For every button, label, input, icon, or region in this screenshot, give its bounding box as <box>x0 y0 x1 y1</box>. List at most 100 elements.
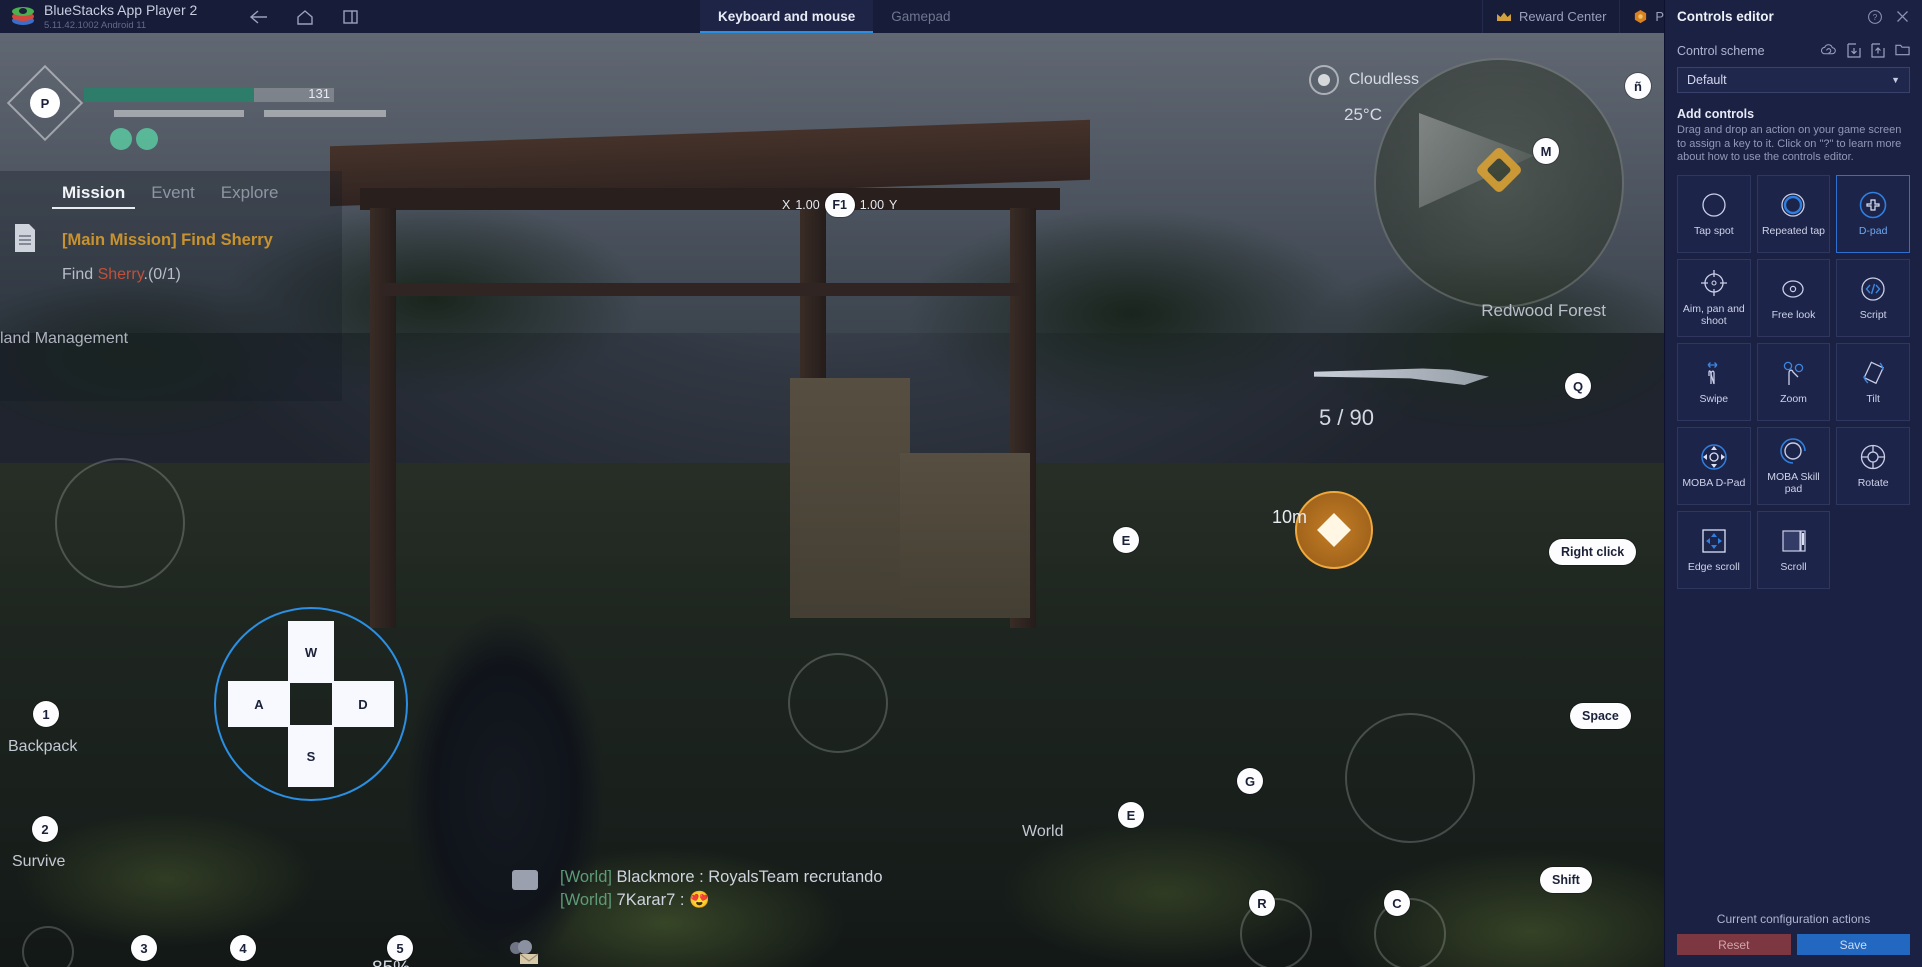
controls-editor-panel: Controls editor ? Control scheme Default… <box>1664 0 1922 967</box>
hotkey-5-badge[interactable]: 5 <box>387 935 413 961</box>
cloud-sync-icon[interactable] <box>1820 43 1837 58</box>
reward-center-button[interactable]: Reward Center <box>1481 0 1619 33</box>
dpad-key-a[interactable]: A <box>228 681 290 727</box>
home-icon[interactable] <box>295 8 315 26</box>
panel-help-icon[interactable]: ? <box>1867 9 1883 25</box>
export-icon[interactable] <box>1871 43 1885 58</box>
control-tile-repeated-tap[interactable]: Repeated tap <box>1756 174 1831 253</box>
hotkey-3-badge[interactable]: 3 <box>131 935 157 961</box>
hotkey-r-badge[interactable]: R <box>1249 890 1275 916</box>
control-tile-swipe[interactable]: Swipe <box>1677 342 1751 421</box>
game-viewport[interactable]: P 131 Mission Event Explore [Main Missio… <box>0 33 1664 967</box>
tab-gamepad[interactable]: Gamepad <box>873 0 968 33</box>
action-hand-ring[interactable] <box>788 653 888 753</box>
hotkey-4-badge[interactable]: 4 <box>230 935 256 961</box>
panel-close-icon[interactable] <box>1895 9 1910 24</box>
bluestacks-logo-icon <box>12 6 34 28</box>
save-button[interactable]: Save <box>1796 934 1910 955</box>
chat-overlay[interactable]: [World] Blackmore : RoyalsTeam recrutand… <box>510 868 1030 965</box>
hotkey-2-badge[interactable]: 2 <box>32 816 58 842</box>
crosshair-readout: X 1.00 F1 1.00 Y <box>782 193 897 217</box>
chat-line: [World] Blackmore : RoyalsTeam recrutand… <box>560 868 1030 887</box>
hotkey-e-badge-1[interactable]: E <box>1113 527 1139 553</box>
objective-target: Sherry <box>97 266 144 283</box>
hotkey-g-badge[interactable]: G <box>1237 768 1263 794</box>
minimap[interactable] <box>1374 58 1624 308</box>
mission-tab-event[interactable]: Event <box>141 179 204 209</box>
chevron-down-icon: ▼ <box>1891 75 1900 85</box>
control-tile-label: Edge scroll <box>1687 561 1740 573</box>
scheme-action-icons <box>1820 43 1910 58</box>
mission-objective: Find Sherry.(0/1) <box>62 266 342 284</box>
weapon-slot-ring[interactable] <box>1345 713 1475 843</box>
control-tile-scroll[interactable]: Scroll <box>1756 510 1831 589</box>
input-mode-tabs: Keyboard and mouse Gamepad <box>700 0 969 33</box>
mission-document-icon <box>12 223 38 258</box>
control-tile-moba-skill-pad[interactable]: MOBA Skill pad <box>1756 426 1831 505</box>
back-icon[interactable] <box>249 8 269 26</box>
melee-slot-ring[interactable] <box>55 458 185 588</box>
footer-buttons: Reset Save <box>1677 934 1910 955</box>
mission-tab-mission[interactable]: Mission <box>52 179 136 209</box>
control-tile-rotate[interactable]: Rotate <box>1836 426 1910 505</box>
control-tile-label: Free look <box>1771 309 1816 321</box>
footer-label: Current configuration actions <box>1716 912 1871 926</box>
hunger-sub-bar <box>264 110 386 117</box>
control-tile-zoom[interactable]: Zoom <box>1756 342 1831 421</box>
weapon-swap-key-badge[interactable]: Q <box>1565 373 1591 399</box>
backpack-label: Backpack <box>8 738 78 755</box>
hunger-status-icon <box>136 128 158 150</box>
dpad-key-d[interactable]: D <box>332 681 394 727</box>
map-key-badge[interactable]: M <box>1533 138 1559 164</box>
app-version: 5.11.42.1002 Android 11 <box>44 19 147 31</box>
dpad-key-w[interactable]: W <box>288 621 334 683</box>
edge-scroll-icon <box>1699 526 1729 556</box>
control-tile-script[interactable]: Script <box>1836 258 1910 337</box>
hotkey-space-badge[interactable]: Space <box>1570 703 1631 729</box>
bluestacks-window: BlueStacks App Player 2 5.11.42.1002 And… <box>0 0 1922 967</box>
moba-skillpad-icon <box>1778 436 1808 466</box>
extra-key-badge[interactable]: ñ <box>1625 73 1651 99</box>
player-badge[interactable]: P <box>30 88 60 118</box>
control-tile-d-pad[interactable]: D-pad <box>1836 174 1910 253</box>
reset-button[interactable]: Reset <box>1677 934 1791 955</box>
repeated-tap-icon <box>1779 190 1807 220</box>
hotkey-e-badge-2[interactable]: E <box>1118 802 1144 828</box>
control-tile-tilt[interactable]: Tilt <box>1836 342 1910 421</box>
control-scheme-select[interactable]: Default ▼ <box>1677 67 1910 93</box>
objective-suffix: .(0/1) <box>143 266 181 283</box>
chat-bubble-icon <box>512 870 538 890</box>
tab-keyboard-and-mouse[interactable]: Keyboard and mouse <box>700 0 874 33</box>
multi-instance-icon[interactable] <box>341 8 361 26</box>
control-scheme-value: Default <box>1687 73 1727 87</box>
zoom-icon <box>1778 358 1808 388</box>
interact-skill-button[interactable] <box>1295 491 1373 569</box>
control-tile-free-look[interactable]: Free look <box>1756 258 1831 337</box>
objective-prefix: Find <box>62 266 98 283</box>
health-value: 131 <box>308 86 330 101</box>
control-tile-aim-pan-and-shoot[interactable]: Aim, pan and shoot <box>1677 258 1751 337</box>
control-tile-moba-d-pad[interactable]: MOBA D-Pad <box>1677 426 1751 505</box>
crosshair-key-badge[interactable]: F1 <box>824 193 855 217</box>
movement-dpad[interactable]: W A S D <box>214 607 408 801</box>
dpad-key-s[interactable]: S <box>288 725 334 787</box>
ammo-counter: 5 / 90 <box>1318 405 1374 430</box>
nav-icon-group <box>249 8 361 26</box>
panel-title: Controls editor <box>1677 9 1774 24</box>
control-tile-label: Zoom <box>1780 393 1807 405</box>
region-label: Redwood Forest <box>1481 301 1606 320</box>
control-tile-edge-scroll[interactable]: Edge scroll <box>1677 510 1751 589</box>
chat-line: [World] 7Karar7 : 😍 <box>560 891 1030 910</box>
hotkey-shift-badge[interactable]: Shift <box>1540 867 1592 893</box>
chat-tag: [World] <box>560 891 612 909</box>
control-tile-tap-spot[interactable]: Tap spot <box>1677 174 1751 253</box>
mission-tab-explore[interactable]: Explore <box>211 179 289 209</box>
hotkey-right-click-badge[interactable]: Right click <box>1549 539 1637 565</box>
hotkey-1-badge[interactable]: 1 <box>33 701 59 727</box>
import-icon[interactable] <box>1847 43 1861 58</box>
mission-panel: Mission Event Explore [Main Mission] Fin… <box>0 171 342 401</box>
control-tile-label: MOBA D-Pad <box>1682 477 1746 489</box>
control-scheme-section: Control scheme Default ▼ Add controls Dr… <box>1665 33 1922 165</box>
folder-icon[interactable] <box>1895 43 1910 58</box>
hotkey-c-badge[interactable]: C <box>1384 890 1410 916</box>
